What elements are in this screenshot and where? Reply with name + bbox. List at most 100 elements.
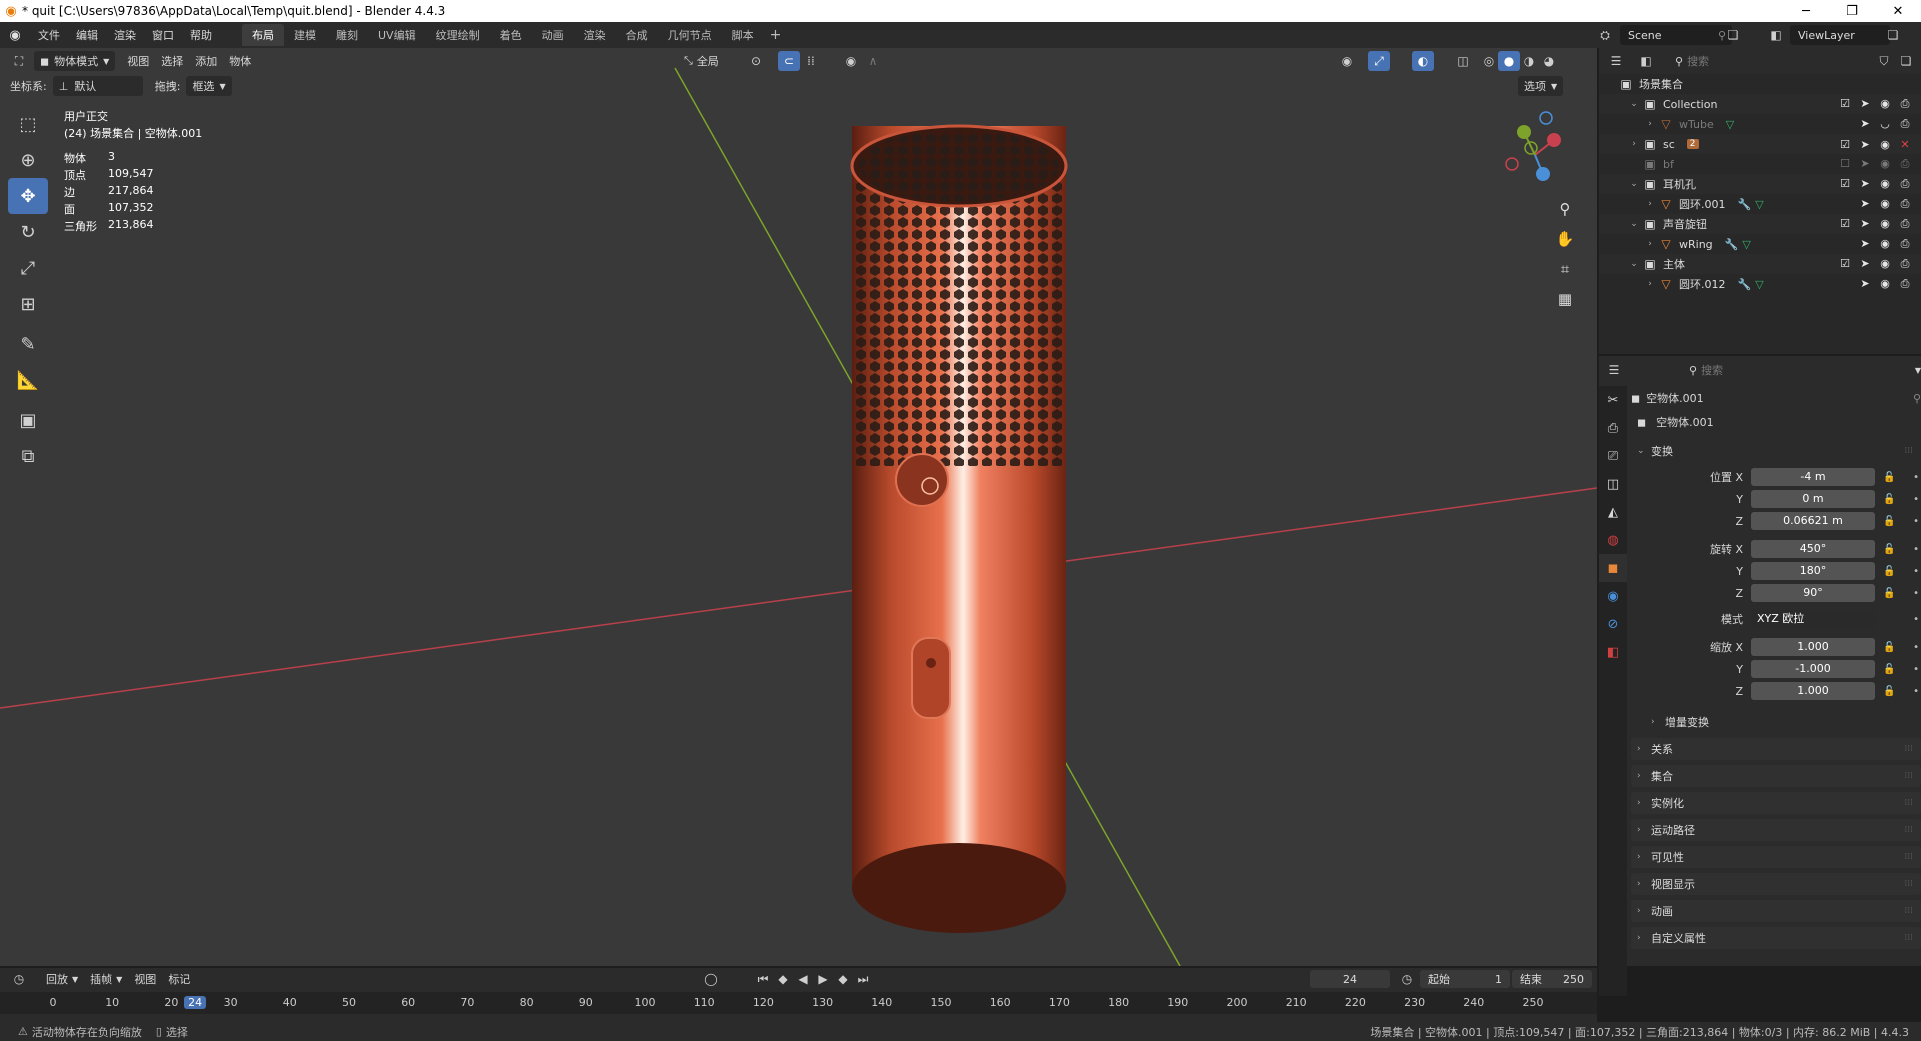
view-layer-selector[interactable]: ViewLayer (1790, 25, 1890, 45)
drag-grip-icon[interactable]: ⁞⁞⁞ (1904, 933, 1913, 943)
play-icon[interactable]: ▶ (812, 969, 834, 989)
expand-icon[interactable]: ⌄ (1627, 219, 1641, 229)
select-arrow-icon[interactable]: ➤ (1855, 138, 1875, 151)
material-shading-icon[interactable]: ◑ (1518, 51, 1540, 71)
checkbox-icon[interactable]: ☑ (1835, 138, 1855, 151)
select-arrow-icon[interactable]: ➤ (1855, 117, 1875, 131)
view-layer-icon[interactable]: ◧ (1765, 25, 1787, 45)
menu-view[interactable]: 视图 (121, 51, 155, 71)
eye-closed-icon[interactable]: ◡ (1875, 117, 1895, 131)
eye-icon[interactable]: ◉ (1875, 177, 1895, 191)
tab-sculpting[interactable]: 雕刻 (326, 24, 368, 46)
scene-tab-icon[interactable]: ◭ (1599, 498, 1627, 526)
drag-grip-icon[interactable]: ⁞⁞⁞ (1904, 879, 1913, 889)
menu-file[interactable]: 文件 (30, 27, 68, 43)
select-arrow-icon[interactable]: ➤ (1855, 177, 1875, 191)
3d-viewport[interactable]: ⛶ ◼ 物体模式 ▼ 视图 选择 添加 物体 ⤡ 全局 ⊙ ⊂ ⁞⁞ ◉ ∧ ◉… (0, 48, 1597, 966)
checkbox-icon[interactable]: ☑ (1835, 177, 1855, 191)
tab-scripting[interactable]: 脚本 (722, 24, 764, 46)
lock-icon[interactable]: 🔓 (1883, 642, 1895, 653)
expand-icon[interactable]: › (1643, 239, 1657, 249)
menu-playback[interactable]: 回放 ▼ (40, 969, 84, 989)
location-x-field[interactable]: -4 m (1751, 468, 1875, 486)
expand-icon[interactable]: ⌄ (1627, 179, 1641, 189)
visibility-icon[interactable]: ◉ (1336, 51, 1358, 71)
tab-layout[interactable]: 布局 (242, 24, 284, 46)
camera-icon[interactable]: ⎙ (1895, 117, 1915, 131)
keyframe-dot-icon[interactable]: • (1913, 494, 1919, 505)
outliner-search-input[interactable]: ⚲ 搜索 (1669, 51, 1779, 71)
lock-icon[interactable]: 🔓 (1883, 472, 1895, 483)
mode-dropdown[interactable]: ◼ 物体模式 ▼ (34, 51, 116, 71)
keyframe-dot-icon[interactable]: • (1913, 642, 1919, 653)
falloff-icon[interactable]: ∧ (862, 51, 884, 71)
drag-grip-icon[interactable]: ⁞⁞⁞ (1904, 446, 1913, 456)
eye-icon[interactable]: ◉ (1875, 277, 1895, 291)
outliner-row-wring[interactable]: › ▽ wRing 🔧 ▽ ➤ ◉ ⎙ (1599, 234, 1921, 254)
maximize-button[interactable]: ❐ (1829, 0, 1875, 22)
camera-icon[interactable]: ⎙ (1895, 177, 1915, 191)
tab-geometry-nodes[interactable]: 几何节点 (658, 24, 722, 46)
location-y-field[interactable]: 0 m (1751, 490, 1875, 508)
rotation-mode-dropdown[interactable]: XYZ 欧拉 (1751, 610, 1875, 628)
keyframe-dot-icon[interactable]: • (1913, 566, 1919, 577)
wireframe-shading-icon[interactable]: ◎ (1478, 51, 1500, 71)
collections-section-header[interactable]: › 集合 ⁞⁞⁞ (1631, 765, 1921, 787)
coord-dropdown[interactable]: ⊥ 默认 (52, 76, 143, 96)
current-frame-indicator[interactable]: 24 (184, 996, 207, 1009)
select-arrow-icon[interactable]: ➤ (1855, 157, 1875, 171)
expand-icon[interactable]: › (1643, 199, 1657, 209)
select-arrow-icon[interactable]: ➤ (1855, 237, 1875, 251)
select-arrow-icon[interactable]: ➤ (1855, 197, 1875, 211)
expand-icon[interactable]: › (1643, 279, 1657, 289)
snap-target-icon[interactable]: ⁞⁞ (800, 51, 822, 71)
drag-grip-icon[interactable]: ⁞⁞⁞ (1904, 852, 1913, 862)
animation-section-header[interactable]: › 动画 ⁞⁞⁞ (1631, 900, 1921, 922)
new-collection-icon[interactable]: ❏ (1895, 51, 1917, 71)
keyframe-dot-icon[interactable]: • (1913, 544, 1919, 555)
rotation-z-field[interactable]: 90° (1751, 584, 1875, 602)
properties-search-input[interactable]: ⚲ 搜索 (1683, 360, 1779, 380)
expand-icon[interactable]: ⌄ (1627, 99, 1641, 109)
tab-shading[interactable]: 着色 (490, 24, 532, 46)
checkbox-icon[interactable]: ☑ (1835, 97, 1855, 111)
close-button[interactable]: ✕ (1875, 0, 1921, 22)
drag-grip-icon[interactable]: ⁞⁞⁞ (1904, 771, 1913, 781)
annotate-tool-icon[interactable]: ✎ (8, 326, 48, 362)
cursor-tool-icon[interactable]: ⊕ (8, 142, 48, 178)
xray-icon[interactable]: ◫ (1452, 51, 1474, 71)
camera-icon[interactable]: ⎙ (1895, 157, 1915, 171)
delta-transform-header[interactable]: › 增量变换 (1631, 711, 1921, 733)
lock-icon[interactable]: 🔓 (1883, 494, 1895, 505)
lock-icon[interactable]: 🔓 (1883, 664, 1895, 675)
tab-modeling[interactable]: 建模 (284, 24, 326, 46)
transform-section-header[interactable]: ⌄ 变换 ⁞⁞⁞ (1631, 440, 1921, 462)
eye-icon[interactable]: ◉ (1875, 197, 1895, 211)
new-view-layer-icon[interactable]: ❏ (1882, 25, 1904, 45)
display-mode-icon[interactable]: ◧ (1635, 51, 1657, 71)
scene-selector[interactable]: Scene ⚲ (1620, 25, 1732, 45)
outliner-row-main-body[interactable]: ⌄ ▣ 主体 ☑ ➤ ◉ ⎙ (1599, 254, 1921, 274)
camera-icon[interactable]: ⎙ (1895, 277, 1915, 291)
camera-icon[interactable]: ⎙ (1895, 97, 1915, 111)
eye-icon[interactable]: ◉ (1875, 217, 1895, 231)
navigation-gizmo[interactable] (1490, 110, 1580, 200)
rotation-x-field[interactable]: 450° (1751, 540, 1875, 558)
play-reverse-icon[interactable]: ◀ (792, 969, 814, 989)
tab-rendering[interactable]: 渲染 (574, 24, 616, 46)
menu-window[interactable]: 窗口 (144, 27, 182, 43)
checkbox-empty-icon[interactable]: ☐ (1835, 157, 1855, 171)
jump-end-icon[interactable]: ⏭ (852, 969, 874, 989)
eye-icon[interactable]: ◉ (1875, 138, 1895, 151)
menu-add[interactable]: 添加 (189, 51, 223, 71)
render-tab-icon[interactable]: ⎙ (1599, 414, 1627, 442)
outliner-row-volume-knob[interactable]: ⌄ ▣ 声音旋钮 ☑ ➤ ◉ ⎙ (1599, 214, 1921, 234)
add-cube-tool-icon[interactable]: ▣ (8, 402, 48, 438)
checkbox-icon[interactable]: ☑ (1835, 217, 1855, 231)
move-tool-icon[interactable]: ✥ (8, 178, 48, 214)
lock-icon[interactable]: 🔓 (1883, 516, 1895, 527)
eye-icon[interactable]: ◉ (1875, 237, 1895, 251)
object-datablock-field[interactable]: ◼ 空物体.001 (1631, 412, 1916, 432)
next-keyframe-icon[interactable]: ◆ (832, 969, 854, 989)
motion-paths-section-header[interactable]: › 运动路径 ⁞⁞⁞ (1631, 819, 1921, 841)
